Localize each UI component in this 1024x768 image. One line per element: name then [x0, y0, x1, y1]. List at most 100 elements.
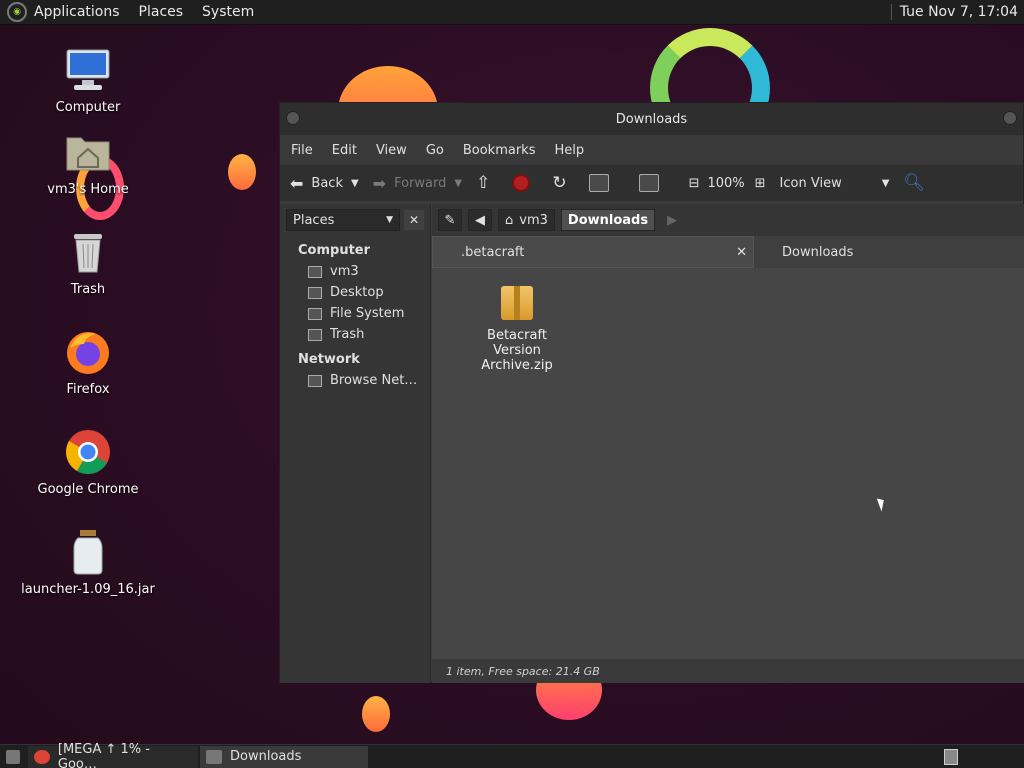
workspace-switcher[interactable] [944, 749, 958, 765]
places-menu[interactable]: Places [139, 4, 184, 20]
path-segment-vm3[interactable]: ⌂ vm3 [498, 209, 555, 231]
view-mode-label: Icon View [779, 175, 842, 191]
computer-button[interactable] [638, 174, 667, 192]
menu-bookmarks[interactable]: Bookmarks [463, 143, 536, 158]
zoom-out-icon[interactable]: ⊟ [689, 176, 700, 191]
zoom-control[interactable]: ⊟ 100% ⊞ [689, 176, 766, 191]
file-view[interactable]: Betacraft Version Archive.zip [432, 268, 1024, 659]
stop-button[interactable] [512, 174, 531, 192]
desktop-icon-chrome[interactable]: Google Chrome [18, 428, 158, 497]
show-desktop-button[interactable] [0, 746, 26, 768]
close-tab-icon[interactable]: ✕ [736, 245, 747, 260]
computer-icon [638, 174, 659, 192]
file-item[interactable]: Betacraft Version Archive.zip [462, 286, 572, 373]
menubar: File Edit View Go Bookmarks Help [280, 135, 1023, 165]
trash-icon [308, 328, 322, 341]
menu-help[interactable]: Help [554, 143, 584, 158]
window-titlebar[interactable]: Downloads [280, 103, 1023, 135]
file-name: Betacraft Version Archive.zip [481, 328, 553, 373]
toggle-location-button[interactable]: ✎ [438, 209, 462, 231]
network-icon [308, 374, 322, 387]
clock[interactable]: Tue Nov 7, 17:04 [890, 4, 1018, 20]
sidebar-item-label: Desktop [330, 285, 384, 300]
menu-edit[interactable]: Edit [332, 143, 357, 158]
menu-go[interactable]: Go [426, 143, 444, 158]
sidebar-item-vm3[interactable]: vm3 [280, 261, 430, 282]
path-scroll-right-button[interactable]: ▶ [661, 209, 683, 231]
taskbar-item-label: [MEGA ↑ 1% - Goo… [57, 741, 150, 768]
up-arrow-icon: ⇧ [476, 173, 491, 193]
taskbar-item-downloads[interactable]: Downloads [200, 745, 368, 768]
back-button[interactable]: ⬅ Back ▼ [290, 174, 359, 193]
back-history-dropdown-icon[interactable]: ▼ [351, 178, 359, 189]
menu-file[interactable]: File [291, 143, 313, 158]
wallpaper-shape [228, 154, 256, 190]
sidebar-item-trash[interactable]: Trash [280, 324, 430, 345]
reload-button[interactable]: ↻ [552, 173, 566, 193]
reload-icon: ↻ [552, 173, 567, 193]
zoom-in-icon[interactable]: ⊞ [755, 176, 766, 191]
desktop-icon-label: vm3's Home [47, 182, 129, 197]
desktop-icon-label: Google Chrome [37, 482, 139, 497]
taskbar-item-label: Downloads [230, 749, 302, 764]
window-control-button[interactable] [1003, 111, 1017, 125]
desktop-icon-label: launcher-1.09_16.jar [21, 582, 155, 597]
sidebar-item-label: Browse Net… [330, 373, 418, 388]
home-button[interactable] [588, 174, 617, 192]
desktop-icon-home[interactable]: vm3's Home [18, 128, 158, 197]
zoom-level: 100% [707, 175, 745, 191]
search-button[interactable]: 🔍︎ [903, 173, 925, 193]
stop-icon [512, 174, 531, 192]
sidebar-item-filesystem[interactable]: File System [280, 303, 430, 324]
chevron-left-icon: ◀ [475, 212, 485, 228]
forward-button[interactable]: ➡ Forward ▼ [373, 174, 462, 193]
sidebar-header: Places ▼ ✕ [280, 204, 430, 236]
sidebar-section-network: Network [298, 352, 360, 367]
view-mode-selector[interactable]: Icon View ▼ [780, 176, 890, 191]
sidebar: Places ▼ ✕ Computer vm3 Desktop File Sys… [280, 204, 431, 683]
drive-icon [308, 307, 322, 320]
chevron-right-icon: ▶ [667, 212, 678, 228]
desktop-icon-trash[interactable]: Trash [18, 228, 158, 297]
window-menu-button[interactable] [286, 111, 300, 125]
top-panel: ◉ Applications Places System Tue Nov 7, … [0, 0, 1024, 25]
applications-menu[interactable]: Applications [34, 4, 120, 20]
tab-betacraft[interactable]: .betacraft ✕ [432, 236, 754, 268]
back-label: Back [311, 175, 343, 191]
sidebar-item-label: vm3 [330, 264, 359, 279]
forward-arrow-icon: ➡ [372, 173, 387, 193]
up-button[interactable]: ⇧ [476, 173, 490, 193]
desktop-icon-firefox[interactable]: Firefox [18, 328, 158, 397]
zip-archive-icon [501, 286, 533, 320]
sidebar-section-computer: Computer [298, 243, 371, 258]
home-folder-icon [64, 128, 112, 176]
sidebar-item-desktop[interactable]: Desktop [280, 282, 430, 303]
sidebar-item-label: Trash [330, 327, 365, 342]
path-segment-downloads[interactable]: Downloads [560, 209, 656, 231]
desktop-icon-computer[interactable]: Computer [18, 46, 158, 115]
desktop-icon-label: Computer [55, 100, 121, 115]
sidebar-item-label: File System [330, 306, 405, 321]
system-menu[interactable]: System [202, 4, 254, 20]
back-arrow-icon: ⬅ [290, 173, 304, 193]
desktop-icon-label: Trash [70, 282, 106, 297]
distro-logo-icon[interactable]: ◉ [7, 2, 27, 22]
tab-downloads[interactable]: Downloads [754, 236, 1024, 268]
path-segment-label: vm3 [519, 212, 548, 228]
chrome-icon [64, 428, 112, 476]
status-bar: 1 item, Free space: 21.4 GB [432, 659, 1024, 683]
sidebar-type-selector[interactable]: Places ▼ [286, 209, 400, 231]
trash-icon [64, 228, 112, 276]
sidebar-item-browse-network[interactable]: Browse Net… [280, 370, 430, 391]
menu-view[interactable]: View [376, 143, 407, 158]
close-sidebar-button[interactable]: ✕ [404, 210, 424, 230]
path-scroll-left-button[interactable]: ◀ [468, 209, 492, 231]
firefox-icon [64, 328, 112, 376]
taskbar-item-chrome[interactable]: [MEGA ↑ 1% - Goo… [28, 742, 198, 768]
pathbar: ✎ ◀ ⌂ vm3 Downloads ▶ [432, 204, 1024, 236]
desktop-icon-jar[interactable]: launcher-1.09_16.jar [18, 528, 158, 597]
forward-history-dropdown-icon[interactable]: ▼ [454, 178, 462, 189]
chrome-icon [34, 749, 50, 764]
tab-label: Downloads [782, 244, 854, 260]
wallpaper-shape [362, 696, 390, 732]
